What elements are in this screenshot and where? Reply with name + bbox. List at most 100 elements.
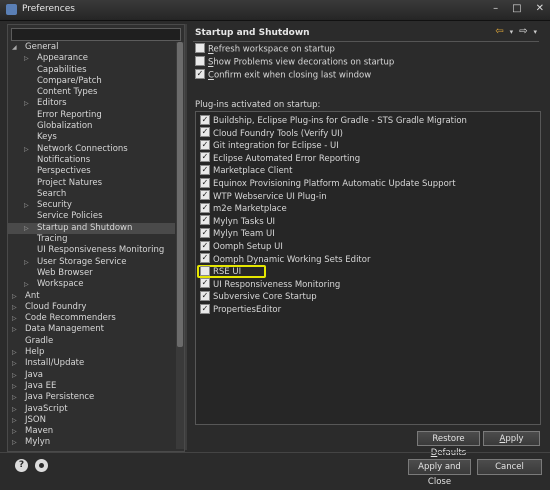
expand-arrow-icon[interactable]: ▷ [12,404,17,415]
tree-item[interactable]: Globalization [8,121,175,132]
expand-arrow-icon[interactable]: ▷ [24,144,29,155]
import-export-icon[interactable] [35,459,48,472]
expand-arrow-icon[interactable]: ▷ [12,370,17,381]
tree-item[interactable]: Search [8,189,175,200]
tree-item[interactable]: ▷ Help [8,347,175,358]
checkbox[interactable] [195,43,205,53]
tree-item[interactable]: Service Policies [8,211,175,222]
checkbox[interactable]: ✓ [200,215,210,226]
expand-arrow-icon[interactable]: ▷ [24,279,29,290]
checkbox[interactable]: ✓ [200,190,210,201]
tree-item[interactable]: ▷ Code Recommenders [8,313,175,324]
checkbox[interactable]: ✓ [200,240,210,251]
expand-arrow-icon[interactable]: ▷ [12,437,17,448]
close-icon[interactable]: ✕ [536,3,544,14]
expand-arrow-icon[interactable]: ▷ [24,223,29,234]
maximize-icon[interactable]: □ [512,3,521,14]
tree-item[interactable]: UI Responsiveness Monitoring [8,245,175,256]
tree-item[interactable]: Content Types [8,87,175,98]
plugin-item[interactable]: RSE UI [197,265,266,279]
checkbox[interactable]: ✓ [200,290,210,301]
checkbox[interactable]: ✓ [200,114,210,125]
tree-scrollbar[interactable] [176,42,184,449]
checkbox[interactable]: ✓ [200,303,210,314]
expand-arrow-icon[interactable]: ▷ [12,358,17,369]
chevron-down-icon[interactable]: ▾ [533,27,537,37]
tree-item[interactable]: ▷ Install/Update [8,358,175,369]
tree-item[interactable]: ▷ Editors [8,98,175,109]
checkbox[interactable]: ✓ [200,127,210,138]
checkbox[interactable]: ✓ [200,177,210,188]
plugin-item[interactable]: ✓ Equinox Provisioning Platform Automatic… [200,177,456,191]
tree-item[interactable]: Compare/Patch [8,76,175,87]
tree-item[interactable]: Project Natures [8,178,175,189]
tree-item[interactable]: ▷ Workspace [8,279,175,290]
tree-item[interactable]: ▷ User Storage Service [8,257,175,268]
apply-button[interactable]: Apply [483,431,540,446]
plugin-item[interactable]: ✓ Mylyn Team UI [200,227,275,241]
plugin-item[interactable]: ✓ Git integration for Eclipse - UI [200,139,339,153]
expand-arrow-icon[interactable]: ▷ [12,302,17,313]
tree-item[interactable]: ▷ Java Persistence [8,392,175,403]
expand-arrow-icon[interactable]: ▷ [24,98,29,109]
checkbox[interactable]: ✓ [200,139,210,150]
tree-item[interactable]: ▷ Java [8,370,175,381]
expand-arrow-icon[interactable]: ▷ [24,257,29,268]
tree-item[interactable]: ◢ General [8,42,175,53]
panel-sash[interactable] [185,24,187,450]
checkbox[interactable]: ✓ [200,227,210,238]
startup-option[interactable]: Show Problems view decorations on startu… [195,56,394,68]
expand-arrow-icon[interactable]: ▷ [12,313,17,324]
expand-arrow-icon[interactable]: ▷ [12,426,17,437]
tree-item[interactable]: ▷ Startup and Shutdown [8,222,175,235]
plugin-item[interactable]: ✓ UI Responsiveness Monitoring [200,278,340,292]
plugin-item[interactable]: ✓ Oomph Setup UI [200,240,283,254]
plugin-item[interactable]: ✓ Buildship, Eclipse Plug-ins for Gradle … [200,114,467,128]
plugin-item[interactable]: ✓ m2e Marketplace [200,202,287,216]
tree-item[interactable]: ▷ Ant [8,291,175,302]
checkbox[interactable]: ✓ [200,202,210,213]
tree-item[interactable]: Web Browser [8,268,175,279]
expand-arrow-icon[interactable]: ▷ [12,381,17,392]
expand-arrow-icon[interactable]: ▷ [24,53,29,64]
checkbox[interactable]: ✓ [200,253,210,264]
checkbox[interactable]: ✓ [200,152,210,163]
arrow-left-icon[interactable]: ⇦ [495,27,503,37]
apply-and-close-button[interactable]: Apply and Close [408,459,471,487]
checkbox[interactable]: ✓ [195,69,205,79]
collapse-arrow-icon[interactable]: ◢ [12,42,17,53]
restore-defaults-button[interactable]: Restore Defaults [417,431,480,458]
tree-item[interactable]: Tracing [8,234,175,245]
tree-item[interactable]: ▷ Network Connections [8,144,175,155]
tree-item[interactable]: Perspectives [8,166,175,177]
cancel-button[interactable]: Cancel [477,459,542,475]
tree-item[interactable]: ▷ Cloud Foundry [8,302,175,313]
startup-option[interactable]: Refresh workspace on startup [195,43,335,55]
arrow-right-icon[interactable]: ⇨ [519,27,527,37]
expand-arrow-icon[interactable]: ▷ [12,415,17,426]
tree-item[interactable]: Capabilities [8,65,175,76]
minimize-icon[interactable]: – [493,3,498,14]
tree-item[interactable]: ▷ Data Management [8,324,175,335]
plugin-item[interactable]: ✓ Eclipse Automated Error Reporting [200,152,360,166]
tree-item[interactable]: ▷ Maven [8,426,175,437]
expand-arrow-icon[interactable]: ▷ [24,200,29,211]
tree-item[interactable]: ▷ Appearance [8,53,175,64]
startup-option[interactable]: ✓ Confirm exit when closing last window [195,69,371,81]
tree-item[interactable]: ▷ Java EE [8,381,175,392]
plugin-item[interactable]: ✓ Mylyn Tasks UI [200,215,275,229]
plugin-item[interactable]: ✓ PropertiesEditor [200,303,281,317]
expand-arrow-icon[interactable]: ▷ [12,347,17,358]
expand-arrow-icon[interactable]: ▷ [12,324,17,335]
tree-item[interactable]: Gradle [8,336,175,347]
checkbox[interactable]: ✓ [200,278,210,289]
tree-item[interactable]: Error Reporting [8,110,175,121]
chevron-down-icon[interactable]: ▾ [510,27,514,37]
tree-item[interactable]: Notifications [8,155,175,166]
plugin-item[interactable]: ✓ Cloud Foundry Tools (Verify UI) [200,127,343,141]
expand-arrow-icon[interactable]: ▷ [12,392,17,403]
tree-item[interactable]: ▷ JavaScript [8,404,175,415]
tree-item[interactable]: ▷ JSON [8,415,175,426]
tree-item[interactable]: Keys [8,132,175,143]
checkbox[interactable]: ✓ [200,164,210,175]
